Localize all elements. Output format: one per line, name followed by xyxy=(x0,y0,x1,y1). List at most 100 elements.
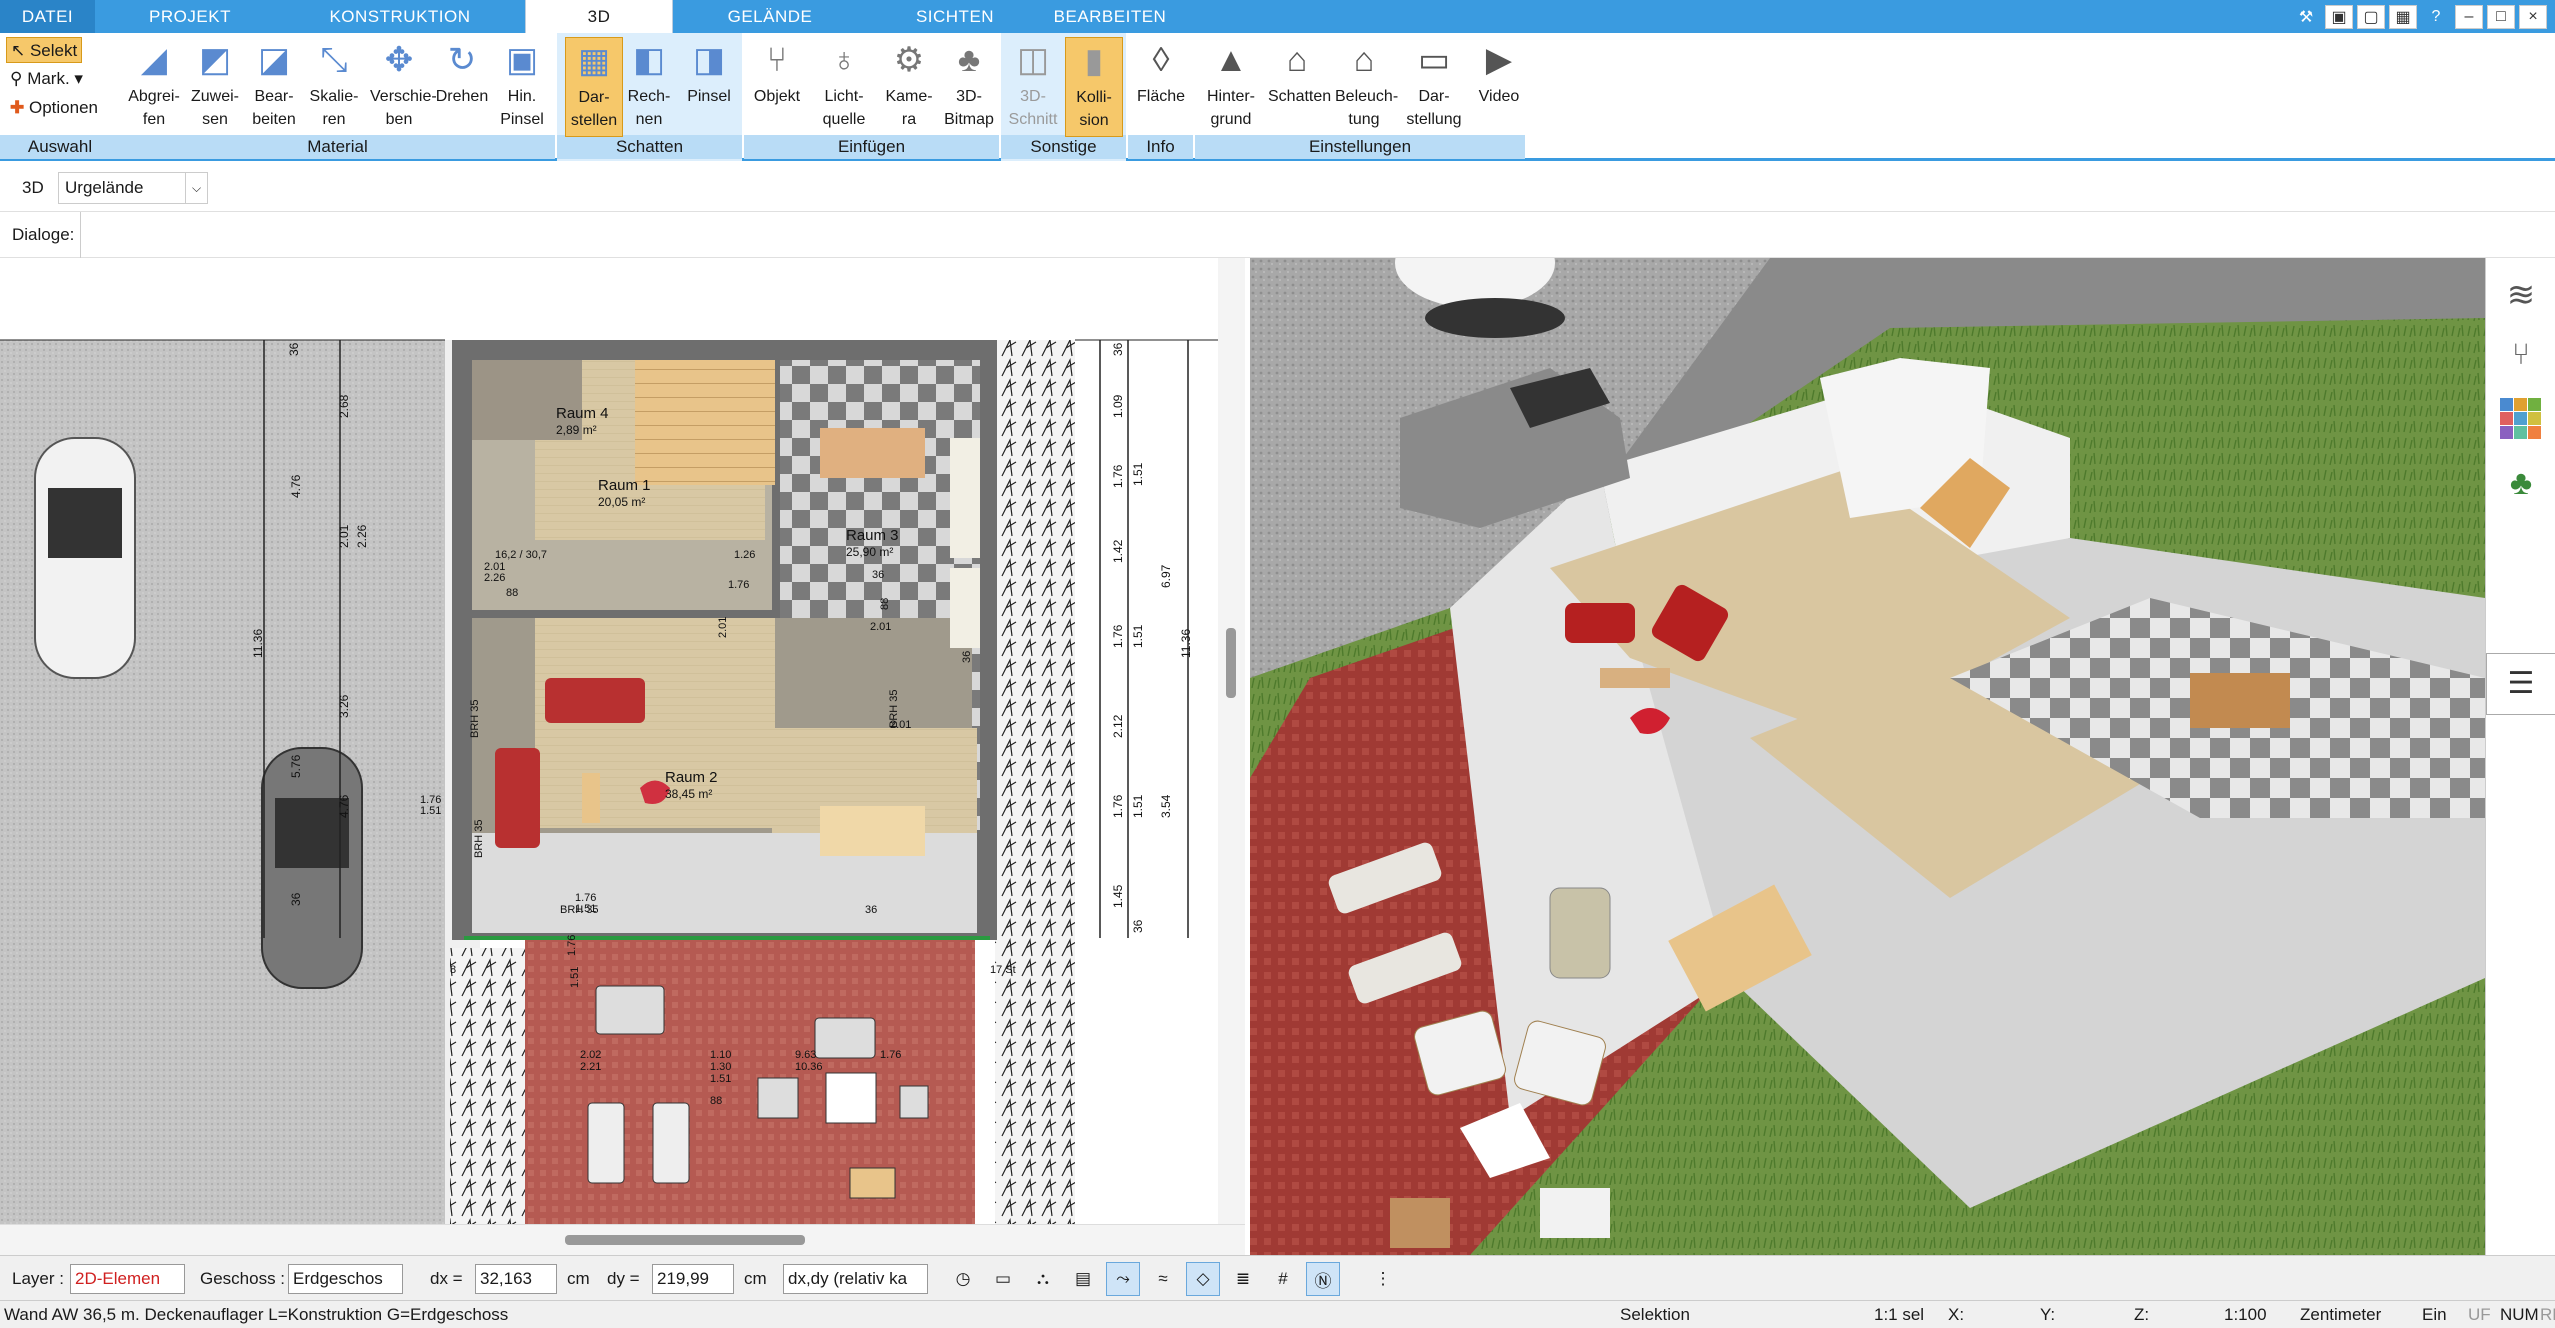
group-label-schatten: Schatten xyxy=(557,135,742,159)
shadow-brush-button[interactable]: ◨ Pinsel xyxy=(680,37,738,137)
options-button[interactable]: ✚ Optionen xyxy=(6,95,102,121)
area-info-button[interactable]: ◊ Fläche xyxy=(1132,37,1190,137)
insert-light-button[interactable]: ♁ Licht-quelle xyxy=(815,37,873,137)
dimension-label: 88 xyxy=(506,587,518,599)
group-auswahl: ↖ Selekt ⚲ Mark. ▾ ✚ Optionen Auswahl xyxy=(0,33,120,161)
lighting-label: Beleuch-tung xyxy=(1335,88,1399,128)
lighting-button[interactable]: ⌂ Beleuch-tung xyxy=(1335,37,1398,137)
insert-camera-button[interactable]: ⚙ Kame-ra xyxy=(880,37,938,137)
tab-3d[interactable]: 3D xyxy=(525,0,673,33)
maximize-button[interactable]: □ xyxy=(2487,4,2515,29)
rotate-material-button[interactable]: ↻ Drehen xyxy=(433,37,491,137)
tiles-icon[interactable]: ▦ xyxy=(2389,4,2417,29)
floor-plan-2d-view[interactable]: Raum 4 2,89 m² Raum 1 20,05 m² Raum 3 25… xyxy=(0,258,1245,1224)
insert-bitmap-button[interactable]: ♣ 3D-Bitmap xyxy=(940,37,998,137)
room-area: 25,90 m² xyxy=(846,545,893,559)
dx-input[interactable]: 32,163 xyxy=(475,1264,557,1294)
terrain-value: Urgelände xyxy=(65,178,144,197)
orange-box-icon[interactable]: ▣ xyxy=(2325,4,2353,29)
north-icon[interactable]: Ⓝ xyxy=(1306,1262,1340,1296)
close-button[interactable]: × xyxy=(2519,4,2547,29)
tab-bearbeiten[interactable]: BEARBEITEN xyxy=(1040,0,1180,33)
dimension-label: 36 xyxy=(287,342,301,356)
tab-konstruktion[interactable]: KONSTRUKTION xyxy=(300,0,500,33)
collision-button[interactable]: ▮ Kolli-sion xyxy=(1065,37,1123,137)
staircase xyxy=(635,360,775,485)
room-area: 38,45 m² xyxy=(665,787,712,801)
input-mode-select[interactable]: dx,dy (relativ ka xyxy=(783,1264,928,1294)
scale-material-button[interactable]: ⤡ Skalie-ren xyxy=(305,37,363,137)
wave-icon[interactable]: ≈ xyxy=(1146,1262,1180,1296)
tab-sichten[interactable]: SICHTEN xyxy=(880,0,1030,33)
dimension-label: 10.36 xyxy=(795,1061,823,1073)
tools-icon[interactable]: ⚒ xyxy=(2291,4,2321,30)
background-button[interactable]: ▲ Hinter-grund xyxy=(1202,37,1260,137)
3d-house-render[interactable] xyxy=(1250,258,2485,1255)
status-mode: Selektion xyxy=(1620,1305,1690,1324)
shadow-settings-button[interactable]: ⌂ Schatten xyxy=(1268,37,1331,137)
display-settings-button[interactable]: ▭ Dar-stellung xyxy=(1405,37,1463,137)
hint-brush-icon: ▣ xyxy=(505,41,539,79)
plane-icon[interactable]: ◇ xyxy=(1186,1262,1220,1296)
grid-icon[interactable]: # xyxy=(1266,1262,1300,1296)
hint-brush-button[interactable]: ▣ Hin. Pinsel xyxy=(493,37,551,137)
3d-cut-button[interactable]: ◫ 3D-Schnitt xyxy=(1004,37,1062,137)
materials-icon[interactable] xyxy=(2500,398,2542,440)
3d-view[interactable] xyxy=(1250,258,2485,1255)
select-tool[interactable]: ↖ Selekt xyxy=(6,37,83,63)
dx-label: dx = xyxy=(430,1269,463,1288)
mark-tool[interactable]: ⚲ Mark. ▾ xyxy=(6,66,87,92)
menu-icon[interactable]: ☰ xyxy=(2486,653,2555,715)
monitor-icon[interactable]: ▭ xyxy=(986,1262,1020,1296)
render-shadows-button[interactable]: ▦ Dar-stellen xyxy=(565,37,623,137)
assign-material-button[interactable]: ◩ Zuwei-sen xyxy=(186,37,244,137)
tab-projekt[interactable]: PROJEKT xyxy=(110,0,270,33)
dimension-label: 36 xyxy=(872,569,884,581)
dx-value: 32,163 xyxy=(480,1269,532,1288)
lines-icon[interactable]: ≣ xyxy=(1226,1262,1260,1296)
insert-light-label: Licht-quelle xyxy=(822,88,866,128)
tab-gelaende[interactable]: GELÄNDE xyxy=(700,0,840,33)
pick-material-button[interactable]: ◢ Abgrei-fen xyxy=(125,37,183,137)
status-sel: 1:1 sel xyxy=(1874,1305,1925,1324)
dy-input[interactable]: 219,99 xyxy=(652,1264,734,1294)
floor-plan-drawing[interactable]: Raum 4 2,89 m² Raum 1 20,05 m² Raum 3 25… xyxy=(0,258,1245,1224)
insert-bitmap-label: 3D-Bitmap xyxy=(944,88,994,128)
video-button[interactable]: ▶ Video xyxy=(1470,37,1528,137)
shadow-brush-icon: ◨ xyxy=(692,41,726,79)
status-scale: 1:100 xyxy=(2224,1305,2267,1324)
objects-icon[interactable]: ⛬ xyxy=(1026,1262,1060,1296)
move-material-button[interactable]: ✥ Verschie-ben xyxy=(370,37,437,137)
scroll-thumb[interactable] xyxy=(565,1235,805,1245)
paint-icon[interactable]: ▤ xyxy=(1066,1262,1100,1296)
display-settings-label: Dar-stellung xyxy=(1406,88,1462,128)
assign-material-label: Zuwei-sen xyxy=(190,88,239,128)
more-icon[interactable]: ⋮ xyxy=(1366,1262,1400,1296)
terrain-select[interactable]: Urgelände ⌵ xyxy=(58,172,208,204)
layer-select[interactable]: 2D-Elemen xyxy=(70,1264,185,1294)
dimension-label: 11.36 xyxy=(1179,629,1193,658)
layers-icon[interactable]: ≋ xyxy=(2500,274,2542,316)
help-icon[interactable]: ? xyxy=(2421,4,2451,30)
clock-icon[interactable]: ◷ xyxy=(946,1262,980,1296)
room-area: 20,05 m² xyxy=(598,495,645,509)
plan-horizontal-scrollbar[interactable] xyxy=(0,1224,1245,1255)
dining-table-2 xyxy=(820,806,925,856)
plus-icon: ✚ xyxy=(10,98,25,117)
restore-box-icon[interactable]: ▢ xyxy=(2357,4,2385,29)
insert-object-button[interactable]: ⑂ Objekt xyxy=(748,37,806,137)
calc-shadows-button[interactable]: ◧ Rech-nen xyxy=(620,37,678,137)
dimension-label: 2.01 xyxy=(717,617,729,638)
status-num: NUM xyxy=(2500,1305,2539,1324)
scroll-thumb[interactable] xyxy=(1226,628,1236,698)
dimension-label: 1.51 xyxy=(1131,794,1145,818)
edit-material-button[interactable]: ◪ Bear-beiten xyxy=(245,37,303,137)
chair-icon[interactable]: ⑂ xyxy=(2500,334,2542,376)
tree-icon[interactable]: ♣ xyxy=(2500,462,2542,504)
minimize-button[interactable]: – xyxy=(2455,4,2483,29)
scale-material-icon: ⤡ xyxy=(320,41,348,79)
snap-icon[interactable]: ⤳ xyxy=(1106,1262,1140,1296)
floor-select[interactable]: Erdgeschos xyxy=(288,1264,403,1294)
tab-datei[interactable]: DATEI xyxy=(0,0,95,33)
plan-vertical-scrollbar[interactable] xyxy=(1218,258,1245,1224)
